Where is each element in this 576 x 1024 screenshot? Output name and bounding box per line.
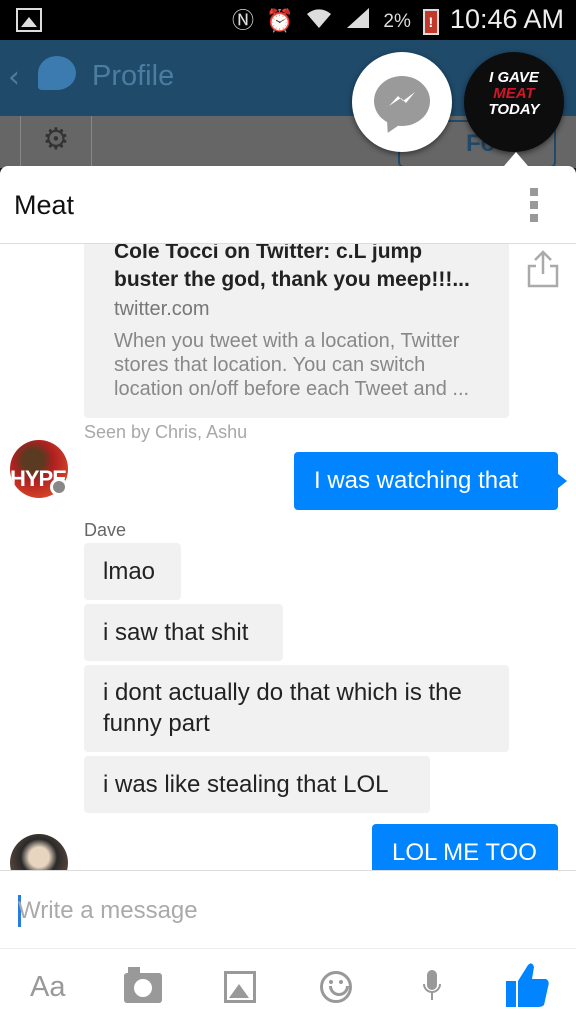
clock: 10:46 AM (449, 4, 564, 34)
alarm-icon: ⏰ (266, 9, 294, 34)
link-domain: twitter.com (114, 298, 210, 320)
chat-head-text-3: TODAY (488, 101, 540, 118)
chat-panel: Meat Cole Tocci on Twitter: c.L jump bus… (0, 166, 576, 1024)
incoming-message[interactable]: lmao (84, 543, 181, 600)
conversation-title: Meat (14, 190, 75, 220)
battery-percent: 2% (383, 11, 411, 32)
message-input[interactable] (18, 889, 558, 933)
more-options-icon[interactable] (530, 188, 540, 222)
gear-icon[interactable]: ⚙ (20, 116, 92, 168)
incoming-message[interactable]: i saw that shit (84, 604, 283, 661)
nfc-icon: Ⓝ (232, 9, 255, 34)
messenger-bolt-icon (389, 92, 415, 106)
link-title: Cole Tocci on Twitter: c.L jump buster t… (114, 244, 470, 291)
status-icons: Ⓝ ⏰ 2% (232, 6, 439, 38)
seen-receipt: Seen by Chris, Ashu (84, 422, 248, 442)
camera-icon[interactable] (124, 967, 162, 1003)
like-icon[interactable] (506, 961, 550, 1009)
chat-head-text-2: MEAT (493, 85, 535, 102)
incoming-message[interactable]: i was like stealing that LOL (84, 756, 430, 813)
conversation-header: Meat (0, 166, 576, 244)
share-icon[interactable] (526, 250, 560, 288)
message-composer (0, 870, 576, 948)
twitter-logo-icon (38, 56, 76, 90)
avatar[interactable] (10, 834, 68, 870)
link-description: When you tweet with a location, Twitter … (114, 330, 470, 400)
background-app-title: Profile (92, 60, 175, 92)
chat-head-text-1: I GAVE (489, 69, 539, 86)
wifi-icon (305, 6, 333, 38)
message-thread[interactable]: Cole Tocci on Twitter: c.L jump buster t… (0, 244, 576, 870)
facebook-badge-icon (50, 478, 68, 496)
link-preview-card[interactable]: Cole Tocci on Twitter: c.L jump buster t… (84, 244, 509, 418)
outgoing-message[interactable]: LOL ME TOO (372, 824, 558, 870)
battery-low-icon (422, 9, 439, 35)
gallery-icon[interactable] (224, 971, 256, 1003)
contact-chat-head[interactable]: I GAVE MEAT TODAY (464, 52, 564, 152)
incoming-message[interactable]: i dont actually do that which is the fun… (84, 665, 509, 752)
status-bar: Ⓝ ⏰ 2% 10:46 AM (0, 0, 576, 40)
gallery-icon (16, 8, 42, 32)
microphone-icon[interactable] (422, 969, 442, 1003)
chat-head-pointer (504, 152, 528, 166)
outgoing-message[interactable]: I was watching that (294, 452, 567, 510)
emoji-icon[interactable] (320, 971, 352, 1003)
back-icon[interactable]: ‹ (8, 60, 20, 95)
messenger-chat-head[interactable] (352, 52, 452, 152)
sender-name: Dave (84, 520, 127, 540)
composer-toolbar: Aa (0, 948, 576, 1024)
signal-icon (345, 6, 371, 38)
text-format-button[interactable]: Aa (30, 971, 65, 1004)
